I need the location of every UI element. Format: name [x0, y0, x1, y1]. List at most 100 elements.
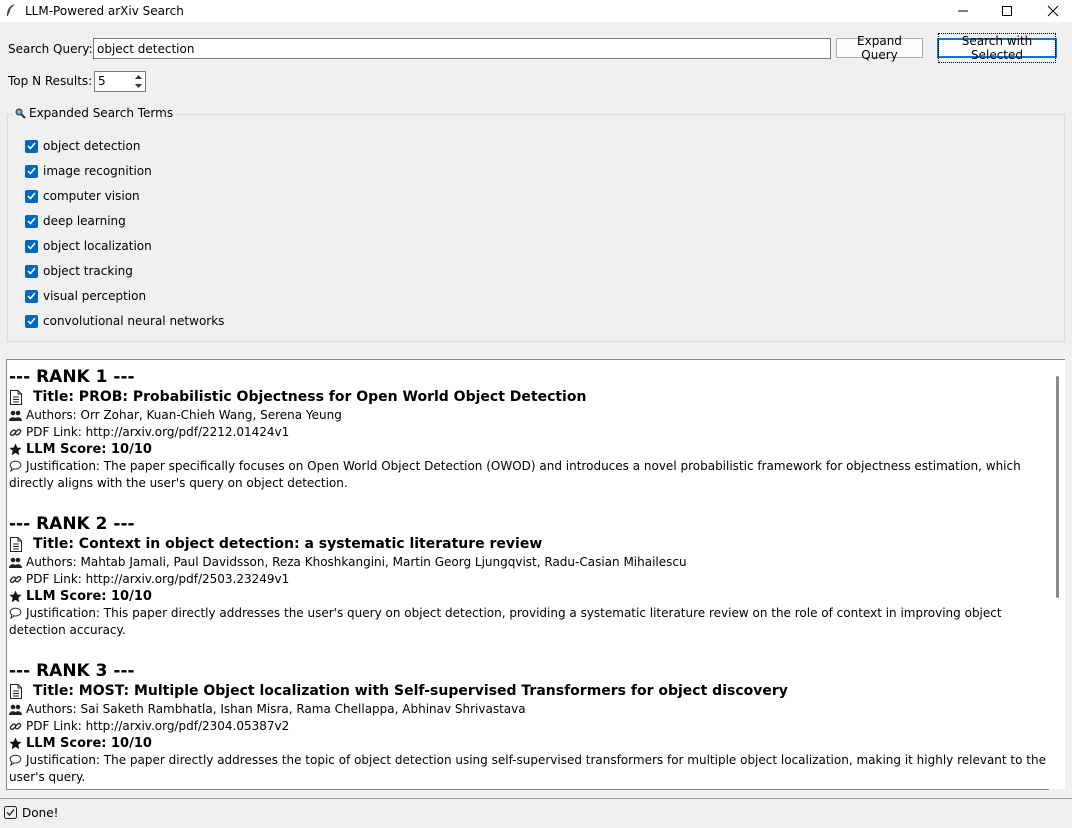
results-scrollbar[interactable]	[1049, 359, 1065, 789]
paper-title: Title: MOST: Multiple Object localizatio…	[33, 683, 788, 699]
authors-line: Authors: Mahtab Jamali, Paul Davidsson, …	[9, 554, 1049, 571]
term-checkbox-row[interactable]: object tracking	[25, 264, 133, 278]
rank-heading: --- RANK 3 ---	[9, 661, 135, 681]
pdf-link-text: PDF Link: http://arxiv.org/pdf/2212.0142…	[26, 425, 290, 439]
arrow-up-icon	[134, 74, 142, 79]
pdf-link-text: PDF Link: http://arxiv.org/pdf/2304.0538…	[26, 719, 290, 733]
maximize-icon	[1002, 6, 1012, 16]
pdf-link-line: PDF Link: http://arxiv.org/pdf/2212.0142…	[9, 424, 1049, 441]
checkmark-icon	[27, 192, 36, 200]
expanded-terms-title: Expanded Search Terms	[29, 106, 174, 120]
checkmark-icon	[27, 167, 36, 175]
authors-text: Authors: Sai Saketh Rambhatla, Ishan Mis…	[26, 702, 526, 716]
term-checkbox-row[interactable]: object localization	[25, 239, 152, 253]
llm-score-line: LLM Score: 10/10	[9, 441, 1049, 458]
pdf-link-line: PDF Link: http://arxiv.org/pdf/2304.0538…	[9, 718, 1049, 735]
search-with-selected-button[interactable]: Search with Selected	[937, 33, 1057, 63]
feather-icon	[6, 4, 15, 17]
checkbox-label: deep learning	[43, 214, 126, 228]
rank-heading: --- RANK 2 ---	[9, 514, 135, 534]
term-checkbox-row[interactable]: deep learning	[25, 214, 126, 228]
checkmark-icon	[27, 242, 36, 250]
llm-score-line: LLM Score: 10/10	[9, 588, 1049, 605]
paper-title-line: Title: PROB: Probabilistic Objectness fo…	[9, 388, 1049, 407]
checkbox-label: object tracking	[43, 264, 133, 278]
link-icon	[9, 575, 22, 584]
checkbox[interactable]	[25, 239, 38, 253]
search-query-label: Search Query:	[8, 42, 93, 56]
search-with-selected-label: Search with Selected	[938, 33, 1056, 63]
speech-bubble-icon	[9, 607, 22, 619]
checkbox-label: image recognition	[43, 164, 152, 178]
authors-line: Authors: Sai Saketh Rambhatla, Ishan Mis…	[9, 701, 1049, 718]
checkbox[interactable]	[25, 264, 38, 278]
justification-line: Justification: This paper directly addre…	[9, 605, 1049, 639]
pdf-link-text: PDF Link: http://arxiv.org/pdf/2503.2324…	[26, 572, 290, 586]
term-checkbox-row[interactable]: computer vision	[25, 189, 140, 203]
expand-query-button[interactable]: Expand Query	[836, 34, 923, 62]
authors-text: Authors: Orr Zohar, Kuan-Chieh Wang, Ser…	[26, 408, 342, 422]
llm-score-text: LLM Score: 10/10	[26, 589, 152, 604]
close-icon	[1047, 5, 1059, 17]
star-icon	[9, 590, 22, 603]
checkbox-label: visual perception	[43, 289, 147, 303]
checkbox-label: computer vision	[43, 189, 140, 203]
speech-bubble-icon	[9, 460, 22, 472]
llm-score-text: LLM Score: 10/10	[26, 736, 152, 751]
llm-score-text: LLM Score: 10/10	[26, 442, 152, 457]
justification-line: Justification: The paper directly addres…	[9, 752, 1049, 786]
rank-heading: --- RANK 1 ---	[9, 367, 135, 387]
checkmark-icon	[27, 142, 36, 150]
justification-line: Justification: The paper specifically fo…	[9, 458, 1049, 492]
authors-text: Authors: Mahtab Jamali, Paul Davidsson, …	[26, 555, 687, 569]
checkbox[interactable]	[25, 289, 38, 303]
link-icon	[9, 722, 22, 731]
top-n-label: Top N Results:	[8, 74, 93, 88]
checkbox[interactable]	[25, 314, 38, 328]
minimize-icon	[958, 10, 968, 12]
top-n-value[interactable]: 5	[98, 74, 106, 88]
term-checkbox-row[interactable]: image recognition	[25, 164, 152, 178]
authors-line: Authors: Orr Zohar, Kuan-Chieh Wang, Ser…	[9, 407, 1049, 424]
spin-up-button[interactable]	[131, 72, 145, 81]
result-block: --- RANK 1 --- Title: PROB: Probabilistic…	[9, 366, 1049, 492]
term-checkbox-row[interactable]: object detection	[25, 139, 140, 153]
checkbox[interactable]	[25, 189, 38, 203]
result-block: --- RANK 2 --- Title: Context in object d…	[9, 513, 1049, 639]
checkbox[interactable]	[25, 214, 38, 228]
star-icon	[9, 443, 22, 456]
arrow-down-icon	[134, 83, 142, 88]
result-block: --- RANK 3 --- Title: MOST: Multiple Obje…	[9, 660, 1049, 786]
checkmark-icon	[27, 267, 36, 275]
checkmark-icon	[27, 217, 36, 225]
term-checkbox-row[interactable]: convolutional neural networks	[25, 314, 224, 328]
results-textarea[interactable]: --- RANK 1 --- Title: PROB: Probabilistic…	[6, 359, 1049, 790]
checkbox-label: object localization	[43, 239, 152, 253]
speech-bubble-icon	[9, 754, 22, 766]
checkbox[interactable]	[25, 139, 38, 153]
expanded-terms-legend: Expanded Search Terms	[13, 106, 177, 120]
checkbox-label: convolutional neural networks	[43, 314, 225, 328]
people-icon	[9, 557, 22, 568]
status-text: Done!	[22, 806, 59, 820]
scrollbar-thumb[interactable]	[1056, 376, 1059, 598]
check-box-icon	[4, 806, 17, 819]
top-n-spinbox[interactable]: 5	[94, 71, 146, 92]
paper-title-line: Title: Context in object detection: a sy…	[9, 535, 1049, 554]
checkbox[interactable]	[25, 164, 38, 178]
spin-down-button[interactable]	[131, 81, 145, 90]
checkmark-icon	[27, 317, 36, 325]
maximize-button[interactable]	[984, 0, 1030, 22]
people-icon	[9, 704, 22, 715]
checkbox-label: object detection	[43, 139, 141, 153]
document-icon	[10, 537, 22, 552]
title-bar: LLM-Powered arXiv Search	[0, 0, 1072, 22]
close-button[interactable]	[1030, 0, 1072, 22]
window-title: LLM-Powered arXiv Search	[25, 4, 184, 18]
justification-text: Justification: This paper directly addre…	[9, 606, 1002, 637]
search-query-input[interactable]	[93, 38, 831, 59]
minimize-button[interactable]	[940, 0, 986, 22]
status-bar: Done!	[0, 798, 1072, 828]
checkmark-icon	[27, 292, 36, 300]
term-checkbox-row[interactable]: visual perception	[25, 289, 146, 303]
